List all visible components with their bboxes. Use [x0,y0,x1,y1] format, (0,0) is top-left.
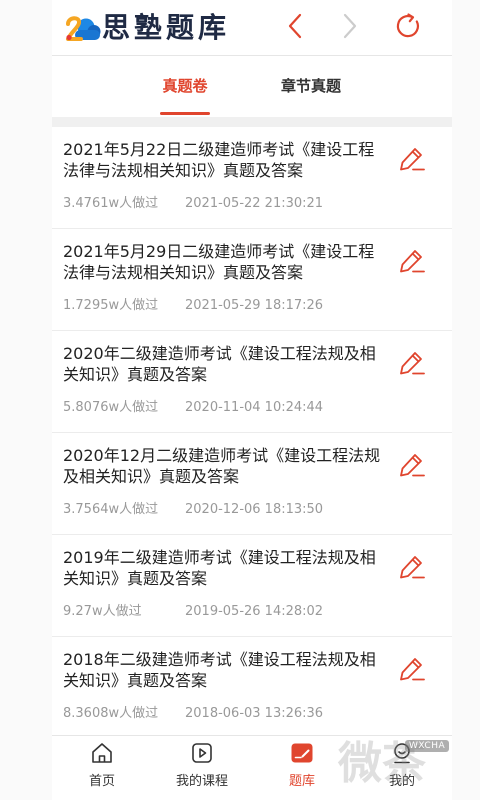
nav-label-home: 首页 [88,774,115,789]
paper-title: 2021年5月22日二级建造师考试《建设工程法律与法规相关知识》真题及答案 [63,140,375,180]
attempt-count: 1.7295w人做过 [63,298,159,313]
publish-date: 2021-05-22 21:30:21 [185,196,324,211]
attempt-count: 3.4761w人做过 [63,196,159,211]
paper-list-item[interactable]: 2018年二级建造师考试《建设工程法规及相关知识》真题及答案 8.3608w人做… [52,637,452,739]
nav-label-question-bank: 题库 [288,774,315,789]
paper-meta: 9.27w人做过 2019-05-26 14:28:02 [63,603,363,621]
paper-title: 2020年12月二级建造师考试《建设工程法规及相关知识》真题及答案 [63,446,381,486]
nav-item-profile[interactable]: 我的 [352,736,452,800]
nav-item-my-courses[interactable]: 我的课程 [152,736,252,800]
edit-pencil-icon[interactable] [397,349,427,377]
nav-item-question-bank[interactable]: 题库 [252,736,352,800]
publish-date: 2021-05-29 18:17:26 [185,298,324,313]
paper-list: 2021年5月22日二级建造师考试《建设工程法律与法规相关知识》真题及答案 3.… [52,127,452,739]
attempt-count: 3.7564w人做过 [63,502,159,517]
paper-title: 2021年5月29日二级建造师考试《建设工程法律与法规相关知识》真题及答案 [63,242,375,282]
chevron-right-icon [341,13,359,43]
nav-label-profile: 我的 [388,774,415,789]
paper-title: 2019年二级建造师考试《建设工程法规及相关知识》真题及答案 [63,548,376,588]
edit-pencil-icon[interactable] [397,655,427,683]
app-logo: 思塾题库 [64,12,230,44]
paper-meta: 1.7295w人做过 2021-05-29 18:17:26 [63,297,363,315]
app-screen: 思塾题库 真题卷 章节真题 2021年5月22日二级建造师考试《建设工程法律与法… [52,0,452,800]
paper-list-item[interactable]: 2021年5月29日二级建造师考试《建设工程法律与法规相关知识》真题及答案 1.… [52,229,452,331]
cloud-logo-icon [64,12,102,44]
edit-pencil-icon[interactable] [397,451,427,479]
section-divider [52,117,452,127]
tab-bar: 真题卷 章节真题 [52,57,452,117]
edit-pencil-icon[interactable] [397,553,427,581]
edit-pencil-icon[interactable] [397,145,427,173]
top-bar: 思塾题库 [52,0,452,56]
attempt-count: 9.27w人做过 [63,604,142,619]
publish-date: 2020-12-06 18:13:50 [185,502,324,517]
refresh-icon [394,12,422,44]
home-icon [90,741,114,765]
paper-title: 2020年二级建造师考试《建设工程法规及相关知识》真题及答案 [63,344,376,384]
publish-date: 2019-05-26 14:28:02 [185,604,324,619]
paper-meta: 3.7564w人做过 2020-12-06 18:13:50 [63,501,363,519]
refresh-button[interactable] [393,13,423,43]
tab-chapter-questions[interactable]: 章节真题 [261,75,361,97]
tab-exam-papers[interactable]: 真题卷 [135,75,235,97]
play-square-icon [190,741,214,765]
nav-item-home[interactable]: 首页 [52,736,152,800]
publish-date: 2020-11-04 10:24:44 [185,400,324,415]
nav-label-my-courses: 我的课程 [175,774,228,789]
chevron-left-icon [286,13,304,43]
attempt-count: 8.3608w人做过 [63,706,159,721]
app-title: 思塾题库 [102,11,231,44]
user-icon [390,741,414,765]
paper-meta: 8.3608w人做过 2018-06-03 13:26:36 [63,705,363,723]
publish-date: 2018-06-03 13:26:36 [185,706,324,721]
paper-list-item[interactable]: 2019年二级建造师考试《建设工程法规及相关知识》真题及答案 9.27w人做过 … [52,535,452,637]
exam-edit-icon [290,741,314,765]
active-tab-indicator [160,112,210,115]
paper-list-item[interactable]: 2021年5月22日二级建造师考试《建设工程法律与法规相关知识》真题及答案 3.… [52,127,452,229]
paper-list-item[interactable]: 2020年12月二级建造师考试《建设工程法规及相关知识》真题及答案 3.7564… [52,433,452,535]
paper-meta: 5.8076w人做过 2020-11-04 10:24:44 [63,399,363,417]
bottom-navigation: 首页 我的课程 题库 我的 [52,735,452,800]
attempt-count: 5.8076w人做过 [63,400,159,415]
paper-meta: 3.4761w人做过 2021-05-22 21:30:21 [63,195,363,213]
forward-button[interactable] [335,13,365,43]
back-button[interactable] [280,13,310,43]
paper-list-item[interactable]: 2020年二级建造师考试《建设工程法规及相关知识》真题及答案 5.8076w人做… [52,331,452,433]
edit-pencil-icon[interactable] [397,247,427,275]
paper-title: 2018年二级建造师考试《建设工程法规及相关知识》真题及答案 [63,650,376,690]
